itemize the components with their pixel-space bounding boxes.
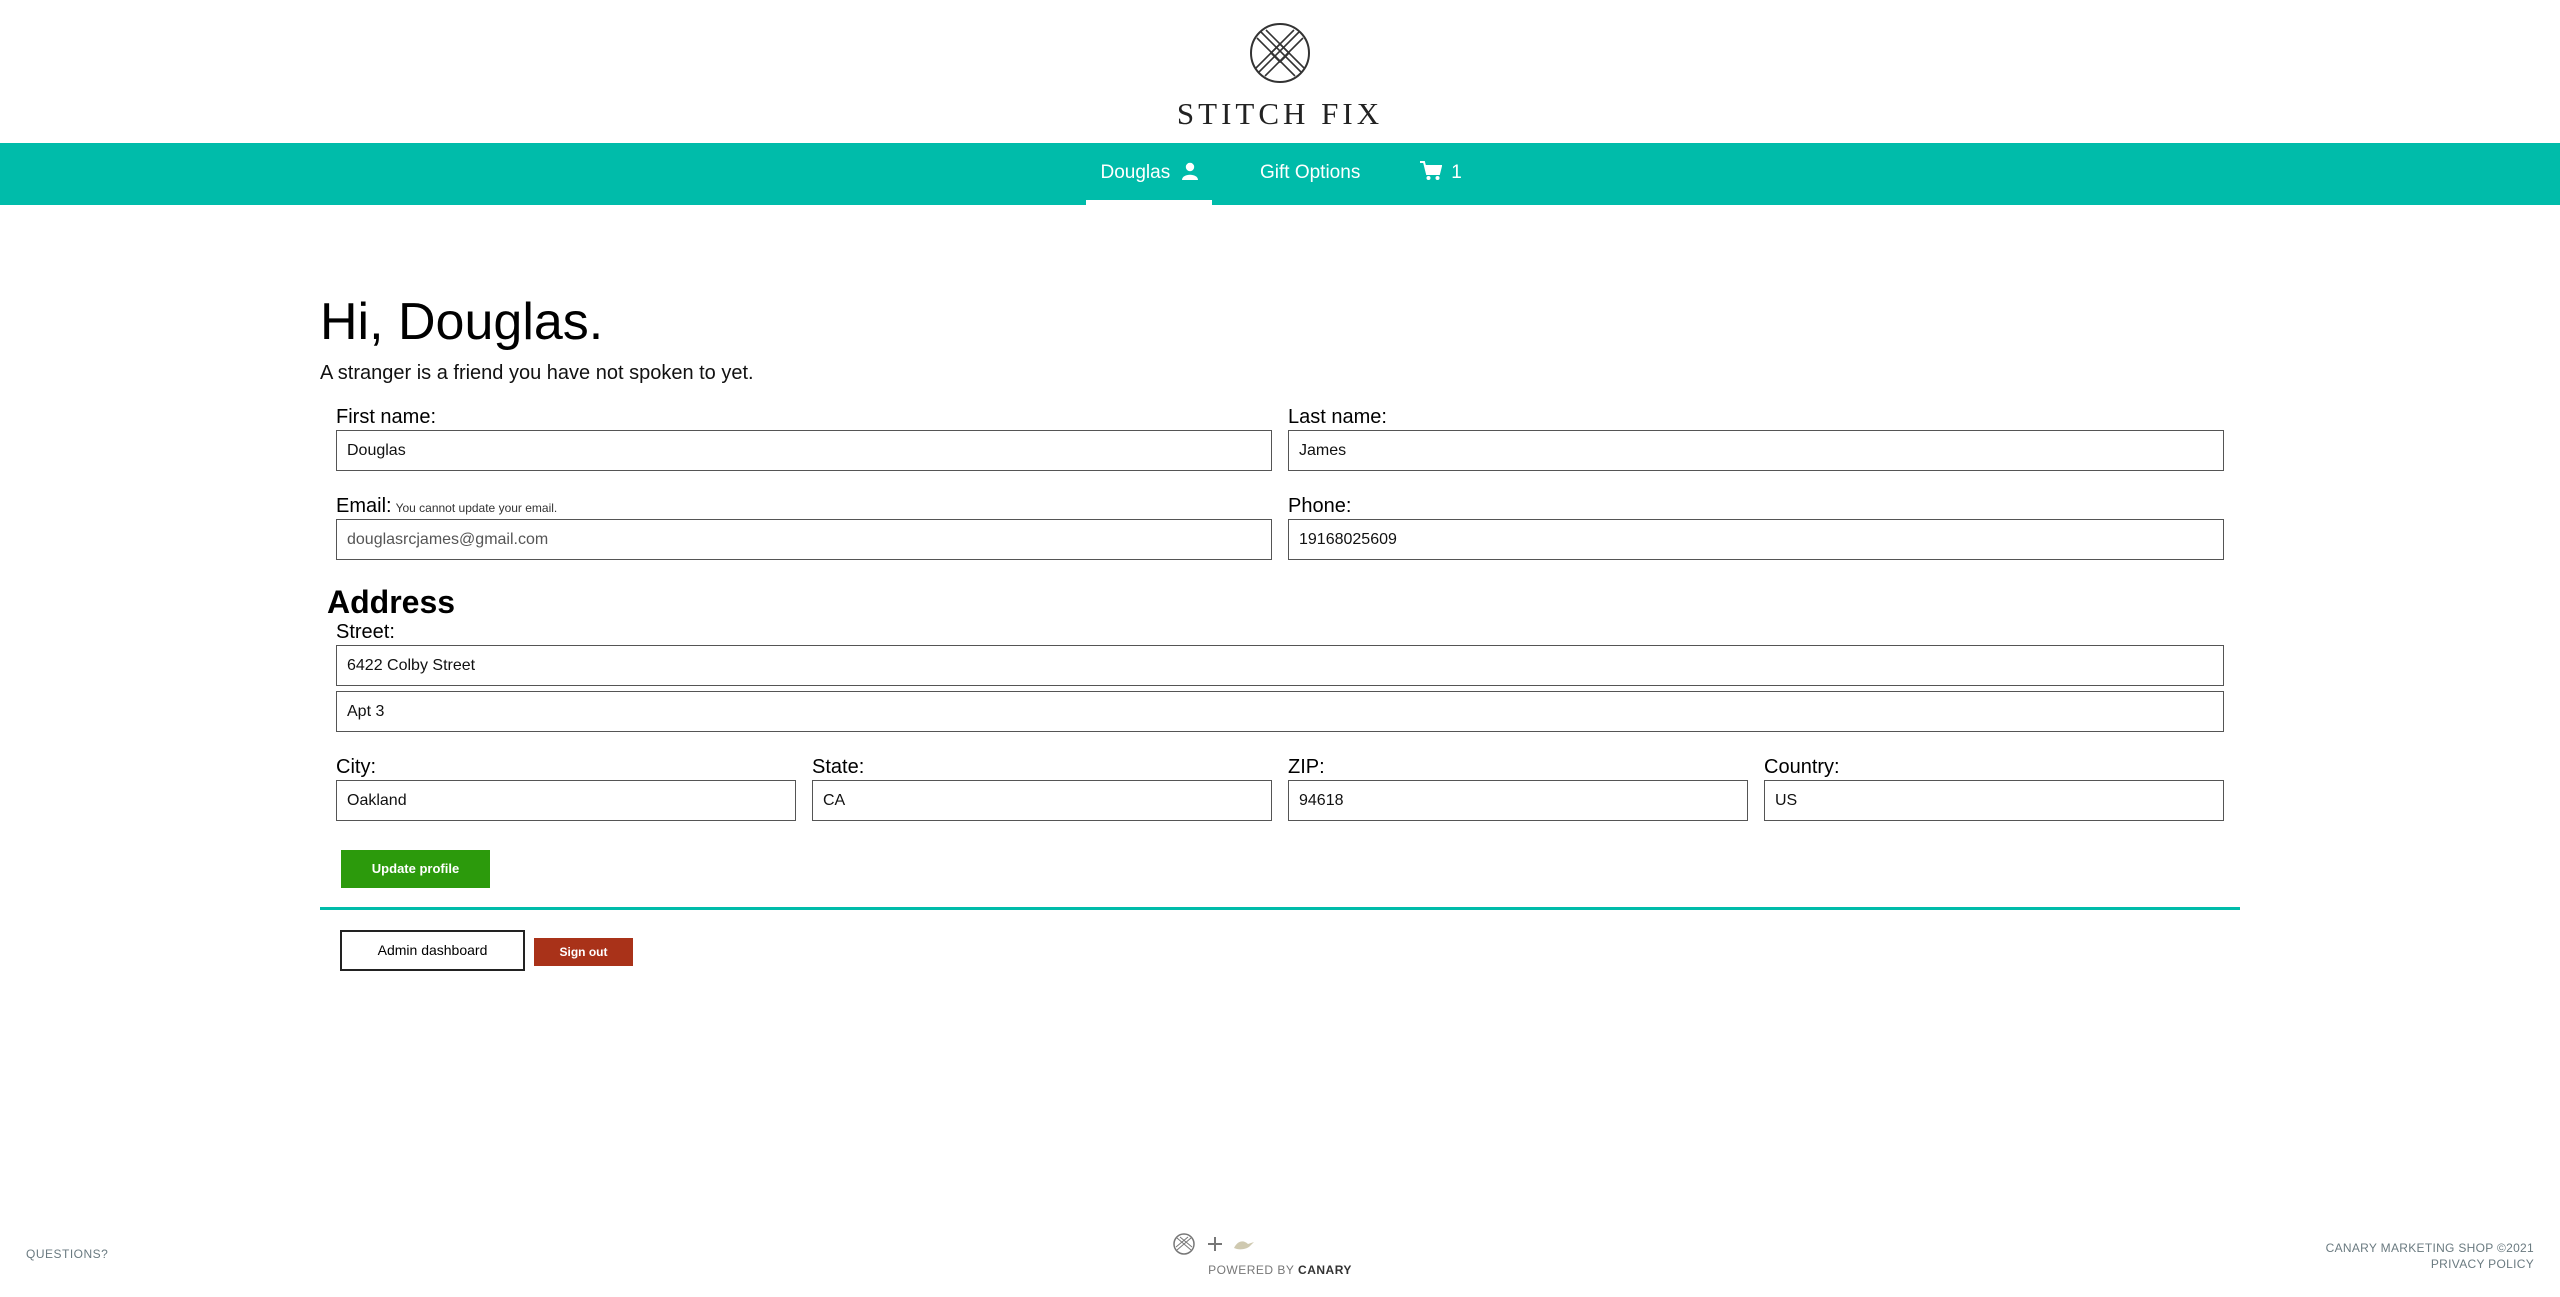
canary-bird-icon [1234, 1241, 1254, 1250]
nav-gift-options[interactable]: Gift Options [1260, 143, 1360, 205]
section-divider [320, 907, 2240, 910]
city-input[interactable] [336, 780, 796, 821]
email-label-text: Email: [336, 495, 392, 517]
powered-by-brand[interactable]: CANARY [1298, 1263, 1352, 1277]
email-label: Email: You cannot update your email. [336, 495, 557, 518]
brand-name[interactable]: STITCH FIX [0, 96, 2560, 132]
footer-legal: CANARY MARKETING SHOP ©2021 PRIVACY POLI… [2326, 1240, 2534, 1272]
update-profile-button[interactable]: Update profile [341, 850, 490, 888]
street-line1-input[interactable] [336, 645, 2224, 686]
email-hint: You cannot update your email. [395, 501, 558, 515]
street-line2-input[interactable] [336, 691, 2224, 732]
nav-account-label: Douglas [1100, 162, 1171, 183]
copyright-text: CANARY MARKETING SHOP ©2021 [2325, 1241, 2534, 1255]
admin-dashboard-button[interactable]: Admin dashboard [340, 930, 525, 971]
zip-input[interactable] [1288, 780, 1748, 821]
powered-by-label: POWERED BY [1208, 1263, 1295, 1277]
plus-icon [1208, 1237, 1222, 1251]
nav-cart[interactable]: 1 [1420, 143, 1462, 205]
sign-out-button[interactable]: Sign out [534, 938, 633, 966]
main-nav: Douglas Gift Options 1 [0, 143, 2560, 205]
email-input [336, 519, 1272, 560]
first-name-input[interactable] [336, 430, 1272, 471]
phone-input[interactable] [1288, 519, 2224, 560]
nav-account[interactable]: Douglas [1086, 143, 1212, 205]
partner-logos [1173, 1233, 1254, 1255]
site-header: STITCH FIX [0, 0, 2560, 143]
country-label: Country: [1764, 756, 1840, 778]
powered-by: POWERED BY CANARY [0, 1263, 2560, 1277]
stitch-fix-small-icon [1173, 1233, 1195, 1255]
shopping-cart-icon [1420, 160, 1442, 180]
first-name-label: First name: [336, 406, 437, 428]
street-label: Street: [336, 621, 395, 643]
user-icon [1181, 162, 1198, 180]
page-subtitle: A stranger is a friend you have not spok… [320, 362, 754, 384]
stitch-fix-logo-icon[interactable] [1249, 22, 1311, 84]
address-section-title: Address [327, 584, 456, 620]
city-label: City: [336, 756, 376, 778]
zip-label: ZIP: [1288, 756, 1325, 778]
country-input[interactable] [1764, 780, 2224, 821]
state-input[interactable] [812, 780, 1272, 821]
questions-link[interactable]: QUESTIONS? [26, 1247, 108, 1261]
state-label: State: [812, 756, 865, 778]
last-name-label: Last name: [1288, 406, 1387, 428]
last-name-input[interactable] [1288, 430, 2224, 471]
privacy-policy-link[interactable]: PRIVACY POLICY [2326, 1256, 2534, 1272]
phone-label: Phone: [1288, 495, 1352, 517]
page-title: Hi, Douglas. [320, 293, 604, 351]
cart-count: 1 [1451, 162, 1462, 183]
